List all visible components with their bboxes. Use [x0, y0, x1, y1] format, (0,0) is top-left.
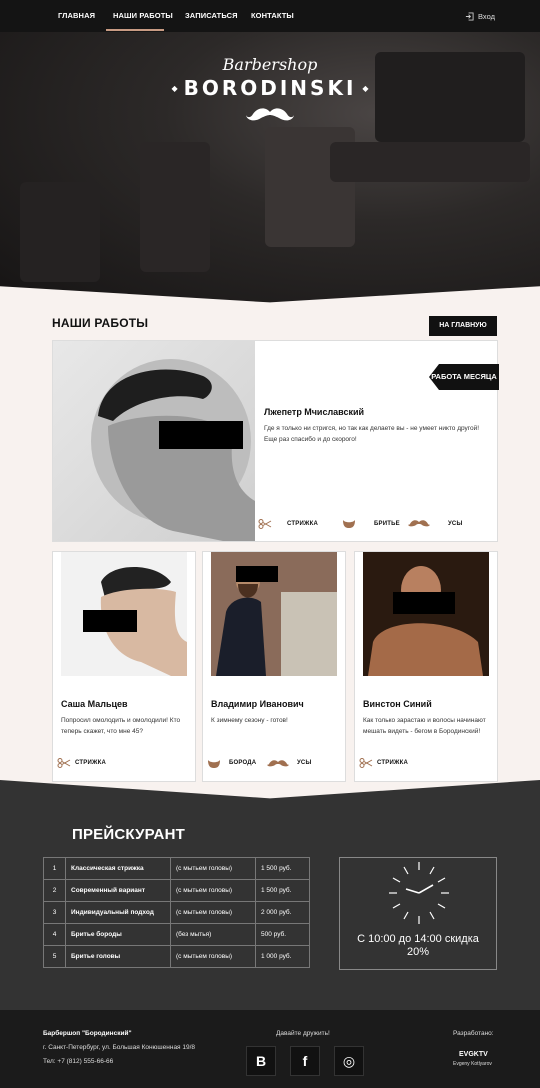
- section-title: НАШИ РАБОТЫ: [52, 316, 149, 330]
- tag-mustache: УСЫ: [448, 521, 463, 527]
- mustache-small-icon: [267, 760, 289, 767]
- clock-icon: [389, 862, 449, 924]
- footer-company: Барбершоп "Бородинский": [43, 1030, 132, 1037]
- hero-banner: Barbershop ◆ BORODINSKI ◆: [0, 32, 540, 304]
- login-label: Вход: [478, 11, 495, 21]
- footer-developed: Разработано:: [453, 1030, 494, 1037]
- discount-hours: С 10:00 до 14:00 скидка: [357, 933, 479, 945]
- client-photo: [211, 552, 337, 676]
- developer-logo[interactable]: EVGKTV: [459, 1051, 488, 1058]
- table-row: 4 Бритье бороды (без мытья) 500 руб.: [43, 923, 310, 946]
- scissors-icon: [258, 519, 272, 529]
- footer-address: г. Санкт-Петербург, ул. Большая Конюшенн…: [43, 1044, 196, 1051]
- work-card: Владимир Иванович К зимнему сезону - гот…: [202, 551, 346, 782]
- featured-work-card: РАБОТА МЕСЯЦА Лжепетр Мчиславский Где я …: [52, 340, 499, 542]
- mustache-small-icon: [408, 520, 430, 527]
- footer-friends: Давайте дружить!: [276, 1030, 330, 1037]
- facebook-button[interactable]: f: [290, 1046, 320, 1076]
- review-text: Как только зарастаю и волосы начинают ме…: [363, 717, 486, 735]
- top-nav: ГЛАВНАЯ НАШИ РАБОТЫ ЗАПИСАТЬСЯ КОНТАКТЫ …: [0, 0, 540, 32]
- portrait-image: [91, 359, 255, 541]
- scissors-icon: [359, 758, 373, 768]
- price-table: 1 Классическая стрижка (с мытьем головы) 1 …: [43, 857, 310, 968]
- vk-icon: В: [255, 1053, 267, 1069]
- work-card: Винстон Синий Как только зарастаю и воло…: [354, 551, 498, 782]
- diamond-icon: ◆: [171, 83, 178, 93]
- nav-item-home[interactable]: ГЛАВНАЯ: [58, 0, 95, 32]
- instagram-icon: ◎: [342, 1052, 356, 1069]
- logo-main-text: BORODINSKI: [183, 76, 357, 100]
- client-name: Саша Мальцев: [61, 699, 128, 709]
- tag-beard: БОРОДА: [229, 760, 257, 766]
- login-icon: [465, 11, 474, 21]
- tag-mustache: УСЫ: [297, 760, 312, 766]
- developer-name: Evgeny Kotlyarov: [453, 1061, 492, 1067]
- beard-icon: [343, 520, 355, 528]
- nav-item-works[interactable]: НАШИ РАБОТЫ: [113, 0, 173, 32]
- discount-percent: 20%: [406, 946, 430, 958]
- tag-shave: БРИТЬЕ: [374, 521, 400, 527]
- client-name: Владимир Иванович: [211, 699, 304, 709]
- client-name: Винстон Синий: [363, 699, 432, 709]
- table-row: 5 Бритье головы (с мытьем головы) 1 000 руб…: [43, 945, 310, 968]
- pricing-title: ПРЕЙСКУРАНТ: [72, 826, 185, 843]
- logo-script-text: Barbershop: [222, 55, 318, 74]
- home-button[interactable]: НА ГЛАВНУЮ: [429, 316, 497, 336]
- beard-icon: [208, 760, 220, 768]
- nav-active-underline: [106, 29, 164, 31]
- featured-photo: [53, 341, 255, 541]
- table-row: 1 Классическая стрижка (с мытьем головы) 1 …: [43, 857, 310, 880]
- brand-logo: Barbershop ◆ BORODINSKI ◆: [171, 55, 369, 166]
- nav-item-contacts[interactable]: КОНТАКТЫ: [251, 0, 294, 32]
- instagram-button[interactable]: ◎: [334, 1046, 364, 1076]
- client-photo: [363, 552, 489, 676]
- scissors-icon: [57, 758, 71, 768]
- mustache-icon: [246, 108, 294, 121]
- tag-haircut: СТРИЖКА: [287, 521, 318, 527]
- featured-client-name: Лжепетр Мчиславский: [264, 407, 365, 417]
- review-text: Попросил омолодить и омолодили! Кто тепе…: [61, 717, 181, 735]
- featured-review-text: Где я только ни стригся, но так как дела…: [264, 425, 480, 443]
- review-text: К зимнему сезону - готов!: [211, 717, 288, 724]
- nav-item-booking[interactable]: ЗАПИСАТЬСЯ: [185, 0, 238, 32]
- work-card: Саша Мальцев Попросил омолодить и омолод…: [52, 551, 196, 782]
- table-row: 2 Современный вариант (с мытьем головы) 1 5…: [43, 879, 310, 902]
- diamond-icon: ◆: [362, 83, 369, 93]
- client-photo: [61, 552, 187, 676]
- footer-phone: Тел: +7 (812) 555-66-66: [43, 1058, 114, 1065]
- vk-button[interactable]: В: [246, 1046, 276, 1076]
- facebook-icon: f: [302, 1053, 308, 1069]
- tag-haircut: СТРИЖКА: [377, 760, 408, 766]
- table-row: 3 Индивидуальный подход (с мытьем головы) 2…: [43, 901, 310, 924]
- login-link[interactable]: Вход: [465, 0, 495, 32]
- tag-haircut: СТРИЖКА: [75, 760, 106, 766]
- work-of-month-badge: РАБОТА МЕСЯЦА: [429, 364, 499, 390]
- discount-text: С 10:00 до 14:00 скидка 20%: [339, 933, 497, 959]
